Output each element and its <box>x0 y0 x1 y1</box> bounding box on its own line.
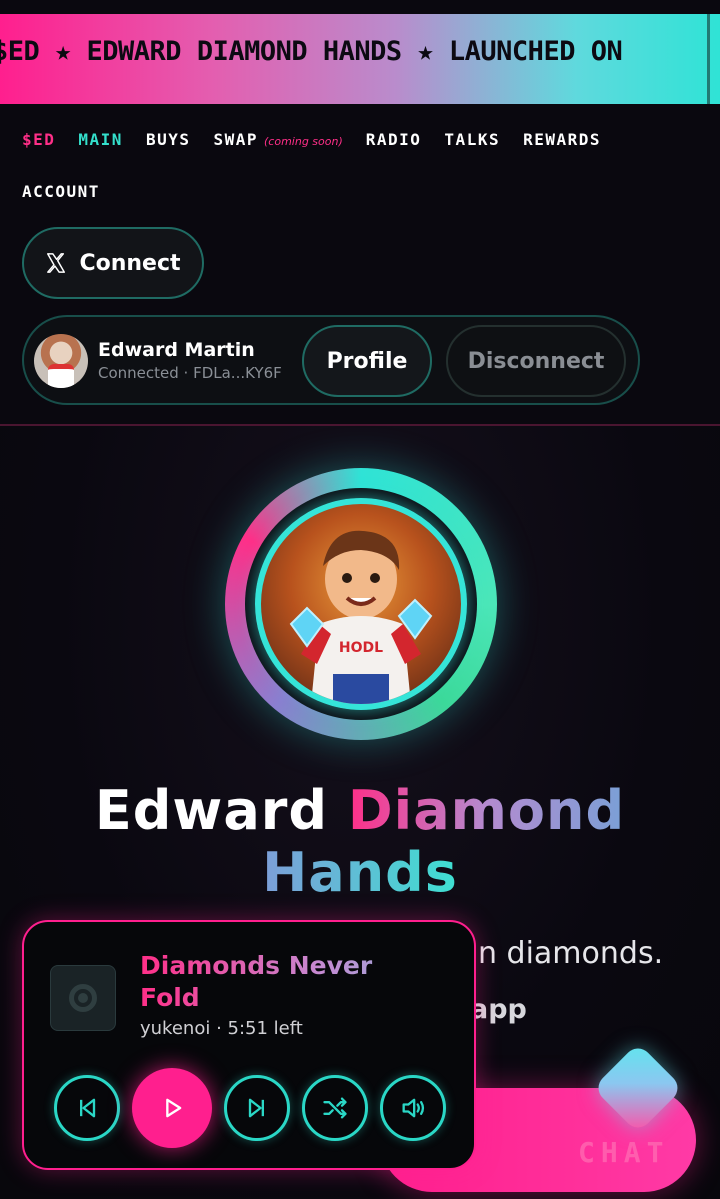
nav-item-main[interactable]: MAIN <box>78 130 123 149</box>
user-card: Edward Martin Connected · FDLa...KY6F Pr… <box>22 315 640 405</box>
x-logo-icon <box>47 253 66 273</box>
main-nav: $ED MAIN BUYS SWAP (coming soon) RADIO TA… <box>22 130 712 212</box>
play-icon <box>166 1098 182 1118</box>
next-button[interactable] <box>224 1075 290 1141</box>
shuffle-icon <box>323 1097 347 1119</box>
nav-item-buys[interactable]: BUYS <box>146 130 191 149</box>
announcement-ticker: $ED ★ EDWARD DIAMOND HANDS ★ LAUNCHED ON <box>0 14 720 104</box>
track-meta-separator: · <box>210 1018 228 1039</box>
volume-button[interactable] <box>380 1075 446 1141</box>
disc-icon <box>69 984 97 1012</box>
previous-button[interactable] <box>54 1075 120 1141</box>
shuffle-button[interactable] <box>302 1075 368 1141</box>
disconnect-button[interactable]: Disconnect <box>446 325 626 397</box>
album-art <box>50 965 116 1031</box>
profile-button[interactable]: Profile <box>302 325 432 397</box>
next-icon <box>248 1098 264 1118</box>
track-artist: yukenoi <box>140 1018 211 1039</box>
track-meta: yukenoi · 5:51 left <box>140 1018 303 1039</box>
cartoon-character-illustration: HODL <box>289 530 433 704</box>
hero-subtitle: n diamonds. <box>478 936 664 971</box>
hero-title-word-hands: Hands <box>262 841 458 904</box>
swap-coming-soon-note: (coming soon) <box>264 135 343 148</box>
play-button[interactable] <box>132 1068 212 1148</box>
hero-title: Edward Diamond Hands <box>0 780 720 904</box>
ticker-text: $ED ★ EDWARD DIAMOND HANDS ★ LAUNCHED ON <box>0 36 623 67</box>
connect-label: Connect <box>79 250 181 276</box>
nav-item-swap[interactable]: SWAP (coming soon) <box>213 130 342 149</box>
ticker-edge <box>707 14 710 104</box>
player-controls <box>54 1068 446 1148</box>
radio-player: Diamonds Never Fold yukenoi · 5:51 left <box>22 920 476 1170</box>
user-name: Edward Martin <box>98 339 255 361</box>
hero-title-word-edward: Edward <box>94 779 329 842</box>
hero-logo-image: HODL <box>255 498 467 710</box>
nav-item-talks[interactable]: TALKS <box>444 130 500 149</box>
track-title: Diamonds Never Fold <box>140 950 440 1014</box>
nav-item-account[interactable]: ACCOUNT <box>22 182 100 201</box>
track-time-left: 5:51 left <box>227 1018 303 1039</box>
nav-item-rewards[interactable]: REWARDS <box>523 130 601 149</box>
hero-title-word-diamond: Diamond <box>347 779 626 842</box>
nav-item-ed[interactable]: $ED <box>22 130 55 149</box>
svg-text:HODL: HODL <box>339 640 383 656</box>
hero-subtitle-link[interactable]: app <box>470 994 527 1025</box>
chat-label: CHAT <box>578 1136 670 1169</box>
nav-item-radio[interactable]: RADIO <box>366 130 422 149</box>
user-connection-status: Connected · FDLa...KY6F <box>98 364 282 382</box>
previous-icon <box>80 1098 96 1118</box>
volume-icon <box>402 1098 425 1118</box>
connect-x-button[interactable]: Connect <box>22 227 204 299</box>
avatar <box>34 334 88 388</box>
nav-item-swap-label: SWAP <box>213 130 258 149</box>
